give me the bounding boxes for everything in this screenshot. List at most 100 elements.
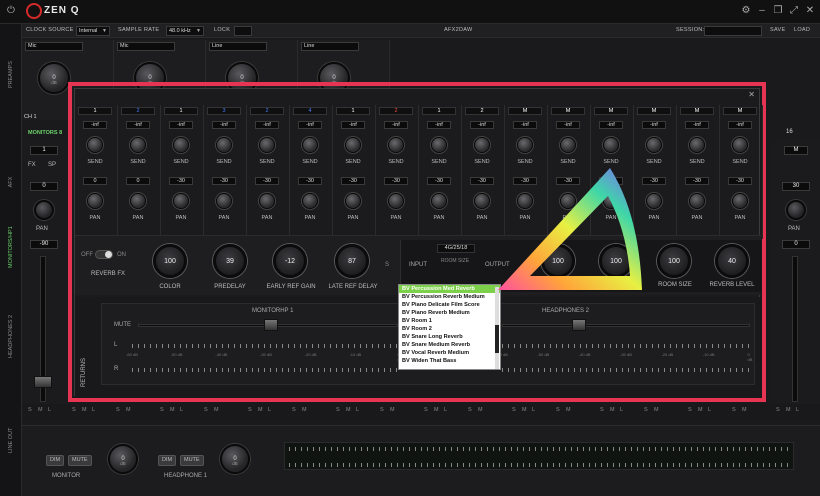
gain-knob[interactable]: 0 dB — [38, 62, 70, 94]
sml-toggle-s[interactable]: S — [776, 407, 780, 413]
send-value[interactable]: -30 — [341, 177, 365, 185]
sml-toggle-s[interactable]: S — [556, 407, 560, 413]
send-knob[interactable] — [130, 137, 146, 153]
preset-item[interactable]: BV Piano Delicate Film Score — [399, 301, 500, 309]
send-knob[interactable] — [603, 137, 619, 153]
sml-toggle-m[interactable]: M — [478, 407, 483, 413]
level-value[interactable]: -inf — [298, 121, 322, 129]
sml-toggle-s[interactable]: S — [336, 407, 340, 413]
send-knob[interactable] — [216, 137, 232, 153]
tab-afx[interactable]: AFX — [0, 177, 22, 188]
sml-toggle-m[interactable]: M — [214, 407, 219, 413]
pan-knob[interactable] — [130, 193, 146, 209]
send-value[interactable]: -30 — [212, 177, 236, 185]
send-knob[interactable] — [646, 137, 662, 153]
reverb-level-knob[interactable]: 40 — [715, 244, 749, 278]
send-knob[interactable] — [302, 137, 318, 153]
sml-toggle-m[interactable]: M — [654, 407, 659, 413]
preset-item[interactable]: BV Room 2 — [399, 325, 500, 333]
tab-preamps[interactable]: PREAMPS — [0, 61, 22, 88]
late-ref-delay-knob[interactable]: 87 — [335, 244, 369, 278]
pan-knob[interactable] — [388, 193, 404, 209]
preset-item[interactable]: BV Snare Long Reverb — [399, 333, 500, 341]
preset-item[interactable]: BV Room 1 — [399, 317, 500, 325]
pan-knob[interactable] — [302, 193, 318, 209]
pan-knob[interactable] — [87, 193, 103, 209]
sml-toggle-m[interactable]: M — [126, 407, 131, 413]
headphone-dim-button[interactable]: DIM — [158, 455, 177, 466]
fader-value[interactable]: 0 — [782, 240, 810, 249]
fullscreen-icon[interactable]: ⤢ — [788, 5, 800, 17]
pan-knob[interactable] — [345, 193, 361, 209]
clock-source-select[interactable]: Internal ▼ — [76, 26, 110, 36]
sml-toggle-m[interactable]: M — [258, 407, 263, 413]
mute-label[interactable]: MUTE — [114, 322, 131, 328]
sml-toggle-m[interactable]: M — [346, 407, 351, 413]
close-icon[interactable]: ✕ — [804, 5, 816, 17]
sml-toggle-m[interactable]: M — [82, 407, 87, 413]
level-value[interactable]: -inf — [427, 121, 451, 129]
level-value[interactable]: -inf — [384, 121, 408, 129]
sml-toggle-s[interactable]: S — [512, 407, 516, 413]
minimize-icon[interactable]: – — [756, 5, 768, 17]
send-value[interactable]: -30 — [169, 177, 193, 185]
sml-toggle-s[interactable]: S — [468, 407, 472, 413]
monitor-return-handle[interactable] — [264, 319, 278, 331]
volume-fader-handle[interactable] — [34, 376, 52, 388]
tab-monitors-hp1[interactable]: MONITORS/HP1 — [0, 226, 22, 268]
sml-toggle-l[interactable]: L — [268, 407, 271, 413]
headphone-volume-knob[interactable]: 0 dB — [220, 444, 250, 474]
sml-toggle-l[interactable]: L — [444, 407, 447, 413]
send-knob[interactable] — [388, 137, 404, 153]
restore-icon[interactable]: ❐ — [772, 5, 784, 17]
headphones-return-handle[interactable] — [572, 319, 586, 331]
lock-indicator[interactable] — [234, 26, 252, 36]
sml-toggle-s[interactable]: S — [28, 407, 32, 413]
sml-toggle-l[interactable]: L — [796, 407, 799, 413]
sml-toggle-s[interactable]: S — [116, 407, 120, 413]
sml-toggle-s[interactable]: S — [248, 407, 252, 413]
mute-toggle[interactable]: M — [784, 146, 808, 155]
session-input[interactable] — [704, 26, 762, 36]
level-value[interactable]: -inf — [212, 121, 236, 129]
sml-toggle-l[interactable]: L — [48, 407, 51, 413]
pan-knob[interactable] — [216, 193, 232, 209]
sml-toggle-s[interactable]: S — [424, 407, 428, 413]
sml-toggle-l[interactable]: L — [532, 407, 535, 413]
sml-toggle-m[interactable]: M — [698, 407, 703, 413]
color-knob[interactable]: 100 — [153, 244, 187, 278]
preset-value[interactable]: 4G/25/18 — [437, 244, 475, 253]
sp-label[interactable]: SP — [48, 162, 56, 168]
sml-toggle-m[interactable]: M — [742, 407, 747, 413]
sml-toggle-m[interactable]: M — [390, 407, 395, 413]
send-knob[interactable] — [517, 137, 533, 153]
pan-knob[interactable] — [689, 193, 705, 209]
predelay-knob[interactable]: 39 — [213, 244, 247, 278]
pan-knob[interactable] — [732, 193, 748, 209]
level-value[interactable]: -inf — [470, 121, 494, 129]
sample-rate-select[interactable]: 48.0 kHz ▼ — [166, 26, 204, 36]
save-button[interactable]: SAVE — [770, 27, 785, 33]
send-value[interactable]: -30 — [384, 177, 408, 185]
preset-item[interactable]: BV Percussion Med Reverb — [399, 285, 500, 293]
send-value[interactable]: 0 — [83, 177, 107, 185]
send-value[interactable]: 0 — [30, 182, 58, 191]
sml-toggle-l[interactable]: L — [708, 407, 711, 413]
preset-item[interactable]: BV Snare Medium Reverb — [399, 341, 500, 349]
sml-toggle-s[interactable]: S — [732, 407, 736, 413]
level-value[interactable]: -inf — [169, 121, 193, 129]
room-size-knob[interactable]: 100 — [657, 244, 691, 278]
sml-toggle-m[interactable]: M — [434, 407, 439, 413]
sml-toggle-l[interactable]: L — [620, 407, 623, 413]
sml-toggle-m[interactable]: M — [610, 407, 615, 413]
input-type-select[interactable]: Line — [301, 42, 359, 51]
sml-toggle-s[interactable]: S — [600, 407, 604, 413]
pan-knob[interactable] — [786, 200, 806, 220]
sml-toggle-l[interactable]: L — [92, 407, 95, 413]
preset-dropdown-list[interactable]: BV Percussion Med Reverb BV Percussion Re… — [398, 284, 501, 370]
sml-toggle-l[interactable]: L — [356, 407, 359, 413]
volume-fader-track[interactable] — [792, 256, 798, 402]
tab-line-out[interactable]: LINE OUT — [0, 428, 22, 453]
send-value[interactable]: 0 — [126, 177, 150, 185]
monitor-mute-button[interactable]: MUTE — [68, 455, 92, 466]
